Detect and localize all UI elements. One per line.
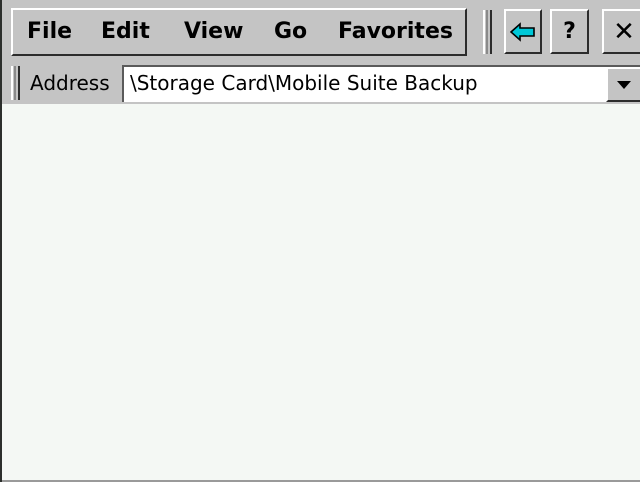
chevron-down-icon	[617, 80, 631, 89]
toolbar-grip-handle[interactable]	[483, 10, 492, 54]
menu-view[interactable]: View	[184, 18, 243, 46]
menu-file[interactable]: File	[27, 18, 72, 46]
file-explorer-window: File Edit View Go Favorites ? ✕ Address …	[0, 0, 640, 482]
address-combobox[interactable]: \Storage Card\Mobile Suite Backup	[122, 65, 640, 102]
back-arrow-icon	[510, 21, 535, 42]
command-bar: File Edit View Go Favorites ? ✕	[2, 0, 640, 62]
folder-contents-area[interactable]	[2, 104, 640, 480]
menu-go[interactable]: Go	[274, 18, 307, 46]
menu-edit[interactable]: Edit	[101, 18, 150, 46]
address-dropdown-button[interactable]	[606, 67, 640, 102]
address-bar-grip-handle[interactable]	[11, 66, 20, 100]
address-label: Address	[30, 64, 110, 102]
address-input[interactable]: \Storage Card\Mobile Suite Backup	[130, 67, 478, 100]
menu-favorites[interactable]: Favorites	[338, 18, 453, 46]
close-icon: ✕	[613, 16, 635, 47]
address-bar: Address \Storage Card\Mobile Suite Backu…	[2, 62, 640, 104]
help-icon: ?	[563, 19, 576, 44]
close-button[interactable]: ✕	[602, 9, 640, 54]
back-button[interactable]	[504, 9, 542, 54]
help-button[interactable]: ?	[550, 9, 589, 54]
menu-bar: File Edit View Go Favorites	[11, 8, 467, 56]
